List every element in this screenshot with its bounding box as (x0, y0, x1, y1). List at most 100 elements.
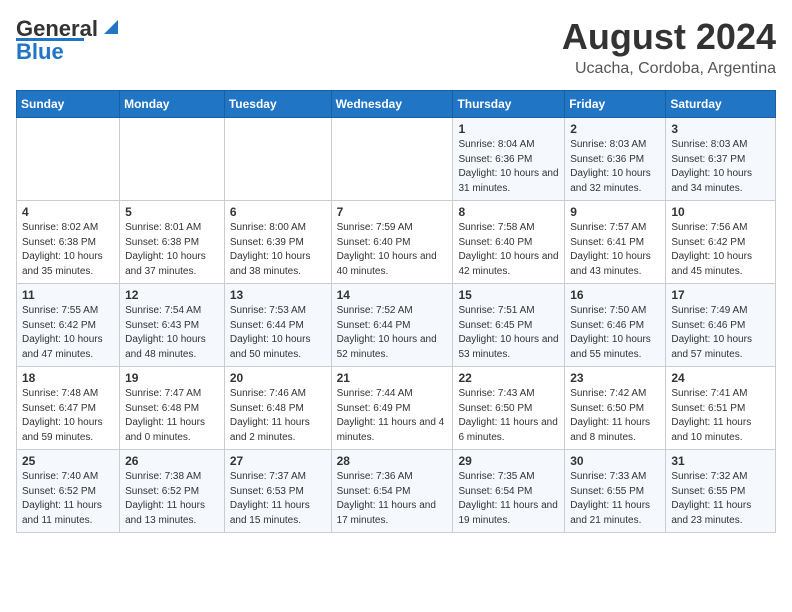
table-row: 21Sunrise: 7:44 AM Sunset: 6:49 PM Dayli… (331, 367, 453, 450)
day-info: Sunrise: 8:01 AM Sunset: 6:38 PM Dayligh… (125, 221, 219, 279)
day-number: 18 (22, 371, 114, 385)
day-info: Sunrise: 7:40 AM Sunset: 6:52 PM Dayligh… (22, 470, 114, 528)
table-row: 5 Sunrise: 8:01 AM Sunset: 6:38 PM Daylig… (120, 201, 225, 284)
day-info: Sunrise: 7:46 AM Sunset: 6:48 PM Dayligh… (230, 387, 326, 445)
day-number: 13 (230, 288, 326, 302)
day-number: 5 (125, 205, 219, 219)
table-row: 18 Sunrise: 7:48 AM Sunset: 6:47 PM Dayli… (17, 367, 120, 450)
day-info: Sunrise: 7:57 AM Sunset: 6:41 PM Dayligh… (570, 221, 660, 279)
table-row: 1 Sunrise: 8:04 AM Sunset: 6:36 PM Daylig… (453, 118, 565, 201)
col-sunday: Sunday (17, 91, 120, 118)
day-info: Sunrise: 7:35 AM Sunset: 6:54 PM Dayligh… (458, 470, 559, 528)
day-info: Sunrise: 8:04 AM Sunset: 6:36 PM Dayligh… (458, 138, 559, 196)
day-number: 15 (458, 288, 559, 302)
table-row: 2Sunrise: 8:03 AM Sunset: 6:36 PM Daylig… (565, 118, 666, 201)
day-number: 26 (125, 454, 219, 468)
day-number: 2 (570, 122, 660, 136)
day-number: 30 (570, 454, 660, 468)
logo-arrow-icon (100, 16, 122, 38)
table-row: 3 Sunrise: 8:03 AM Sunset: 6:37 PM Daylig… (666, 118, 776, 201)
table-row: 25 Sunrise: 7:40 AM Sunset: 6:52 PM Dayli… (17, 450, 120, 533)
col-tuesday: Tuesday (224, 91, 331, 118)
day-number: 3 (671, 122, 770, 136)
day-info: Sunrise: 7:59 AM Sunset: 6:40 PM Dayligh… (337, 221, 448, 279)
day-number: 1 (458, 122, 559, 136)
table-row: 26 Sunrise: 7:38 AM Sunset: 6:52 PM Dayli… (120, 450, 225, 533)
calendar-week-row: 18 Sunrise: 7:48 AM Sunset: 6:47 PM Dayli… (17, 367, 776, 450)
table-row: 20 Sunrise: 7:46 AM Sunset: 6:48 PM Dayli… (224, 367, 331, 450)
day-number: 31 (671, 454, 770, 468)
day-number: 14 (337, 288, 448, 302)
day-info: Sunrise: 7:38 AM Sunset: 6:52 PM Dayligh… (125, 470, 219, 528)
day-info: Sunrise: 7:53 AM Sunset: 6:44 PM Dayligh… (230, 304, 326, 362)
day-number: 19 (125, 371, 219, 385)
day-info: Sunrise: 7:51 AM Sunset: 6:45 PM Dayligh… (458, 304, 559, 362)
table-row: 11Sunrise: 7:55 AM Sunset: 6:42 PM Dayli… (17, 284, 120, 367)
title-block: August 2024 Ucacha, Cordoba, Argentina (562, 16, 776, 78)
day-info: Sunrise: 7:48 AM Sunset: 6:47 PM Dayligh… (22, 387, 114, 445)
day-info: Sunrise: 7:37 AM Sunset: 6:53 PM Dayligh… (230, 470, 326, 528)
day-number: 29 (458, 454, 559, 468)
table-row (224, 118, 331, 201)
table-row (17, 118, 120, 201)
day-number: 7 (337, 205, 448, 219)
page-header: General Blue August 2024 Ucacha, Cordoba… (16, 16, 776, 78)
col-wednesday: Wednesday (331, 91, 453, 118)
col-saturday: Saturday (666, 91, 776, 118)
table-row: 23 Sunrise: 7:42 AM Sunset: 6:50 PM Dayli… (565, 367, 666, 450)
table-row: 9Sunrise: 7:57 AM Sunset: 6:41 PM Daylig… (565, 201, 666, 284)
table-row: 6Sunrise: 8:00 AM Sunset: 6:39 PM Daylig… (224, 201, 331, 284)
day-info: Sunrise: 7:54 AM Sunset: 6:43 PM Dayligh… (125, 304, 219, 362)
table-row (331, 118, 453, 201)
calendar-week-row: 25 Sunrise: 7:40 AM Sunset: 6:52 PM Dayli… (17, 450, 776, 533)
day-info: Sunrise: 7:36 AM Sunset: 6:54 PM Dayligh… (337, 470, 448, 528)
calendar-header-row: Sunday Monday Tuesday Wednesday Thursday… (17, 91, 776, 118)
col-thursday: Thursday (453, 91, 565, 118)
table-row: 15 Sunrise: 7:51 AM Sunset: 6:45 PM Dayli… (453, 284, 565, 367)
table-row: 30 Sunrise: 7:33 AM Sunset: 6:55 PM Dayli… (565, 450, 666, 533)
table-row: 27 Sunrise: 7:37 AM Sunset: 6:53 PM Dayli… (224, 450, 331, 533)
table-row: 22Sunrise: 7:43 AM Sunset: 6:50 PM Dayli… (453, 367, 565, 450)
day-number: 21 (337, 371, 448, 385)
day-info: Sunrise: 7:33 AM Sunset: 6:55 PM Dayligh… (570, 470, 660, 528)
day-number: 25 (22, 454, 114, 468)
table-row: 7 Sunrise: 7:59 AM Sunset: 6:40 PM Daylig… (331, 201, 453, 284)
day-info: Sunrise: 7:42 AM Sunset: 6:50 PM Dayligh… (570, 387, 660, 445)
col-friday: Friday (565, 91, 666, 118)
day-number: 17 (671, 288, 770, 302)
day-number: 11 (22, 288, 114, 302)
day-info: Sunrise: 7:58 AM Sunset: 6:40 PM Dayligh… (458, 221, 559, 279)
day-number: 24 (671, 371, 770, 385)
table-row: 17 Sunrise: 7:49 AM Sunset: 6:46 PM Dayli… (666, 284, 776, 367)
table-row: 16 Sunrise: 7:50 AM Sunset: 6:46 PM Dayli… (565, 284, 666, 367)
table-row: 10 Sunrise: 7:56 AM Sunset: 6:42 PM Dayli… (666, 201, 776, 284)
day-number: 20 (230, 371, 326, 385)
day-number: 12 (125, 288, 219, 302)
day-number: 10 (671, 205, 770, 219)
day-info: Sunrise: 7:41 AM Sunset: 6:51 PM Dayligh… (671, 387, 770, 445)
day-info: Sunrise: 7:49 AM Sunset: 6:46 PM Dayligh… (671, 304, 770, 362)
logo-blue: Blue (16, 39, 64, 65)
day-number: 8 (458, 205, 559, 219)
table-row: 8 Sunrise: 7:58 AM Sunset: 6:40 PM Daylig… (453, 201, 565, 284)
day-info: Sunrise: 8:03 AM Sunset: 6:37 PM Dayligh… (671, 138, 770, 196)
day-info: Sunrise: 8:00 AM Sunset: 6:39 PM Dayligh… (230, 221, 326, 279)
day-info: Sunrise: 7:56 AM Sunset: 6:42 PM Dayligh… (671, 221, 770, 279)
table-row: 19Sunrise: 7:47 AM Sunset: 6:48 PM Dayli… (120, 367, 225, 450)
table-row: 12 Sunrise: 7:54 AM Sunset: 6:43 PM Dayli… (120, 284, 225, 367)
table-row: 29 Sunrise: 7:35 AM Sunset: 6:54 PM Dayli… (453, 450, 565, 533)
day-number: 23 (570, 371, 660, 385)
day-number: 27 (230, 454, 326, 468)
day-info: Sunrise: 7:50 AM Sunset: 6:46 PM Dayligh… (570, 304, 660, 362)
day-number: 16 (570, 288, 660, 302)
calendar-week-row: 4Sunrise: 8:02 AM Sunset: 6:38 PM Daylig… (17, 201, 776, 284)
calendar-table: Sunday Monday Tuesday Wednesday Thursday… (16, 90, 776, 533)
logo: General Blue (16, 16, 122, 65)
calendar-week-row: 11Sunrise: 7:55 AM Sunset: 6:42 PM Dayli… (17, 284, 776, 367)
calendar-week-row: 1 Sunrise: 8:04 AM Sunset: 6:36 PM Daylig… (17, 118, 776, 201)
table-row: 31Sunrise: 7:32 AM Sunset: 6:55 PM Dayli… (666, 450, 776, 533)
table-row (120, 118, 225, 201)
col-monday: Monday (120, 91, 225, 118)
day-number: 4 (22, 205, 114, 219)
day-number: 28 (337, 454, 448, 468)
